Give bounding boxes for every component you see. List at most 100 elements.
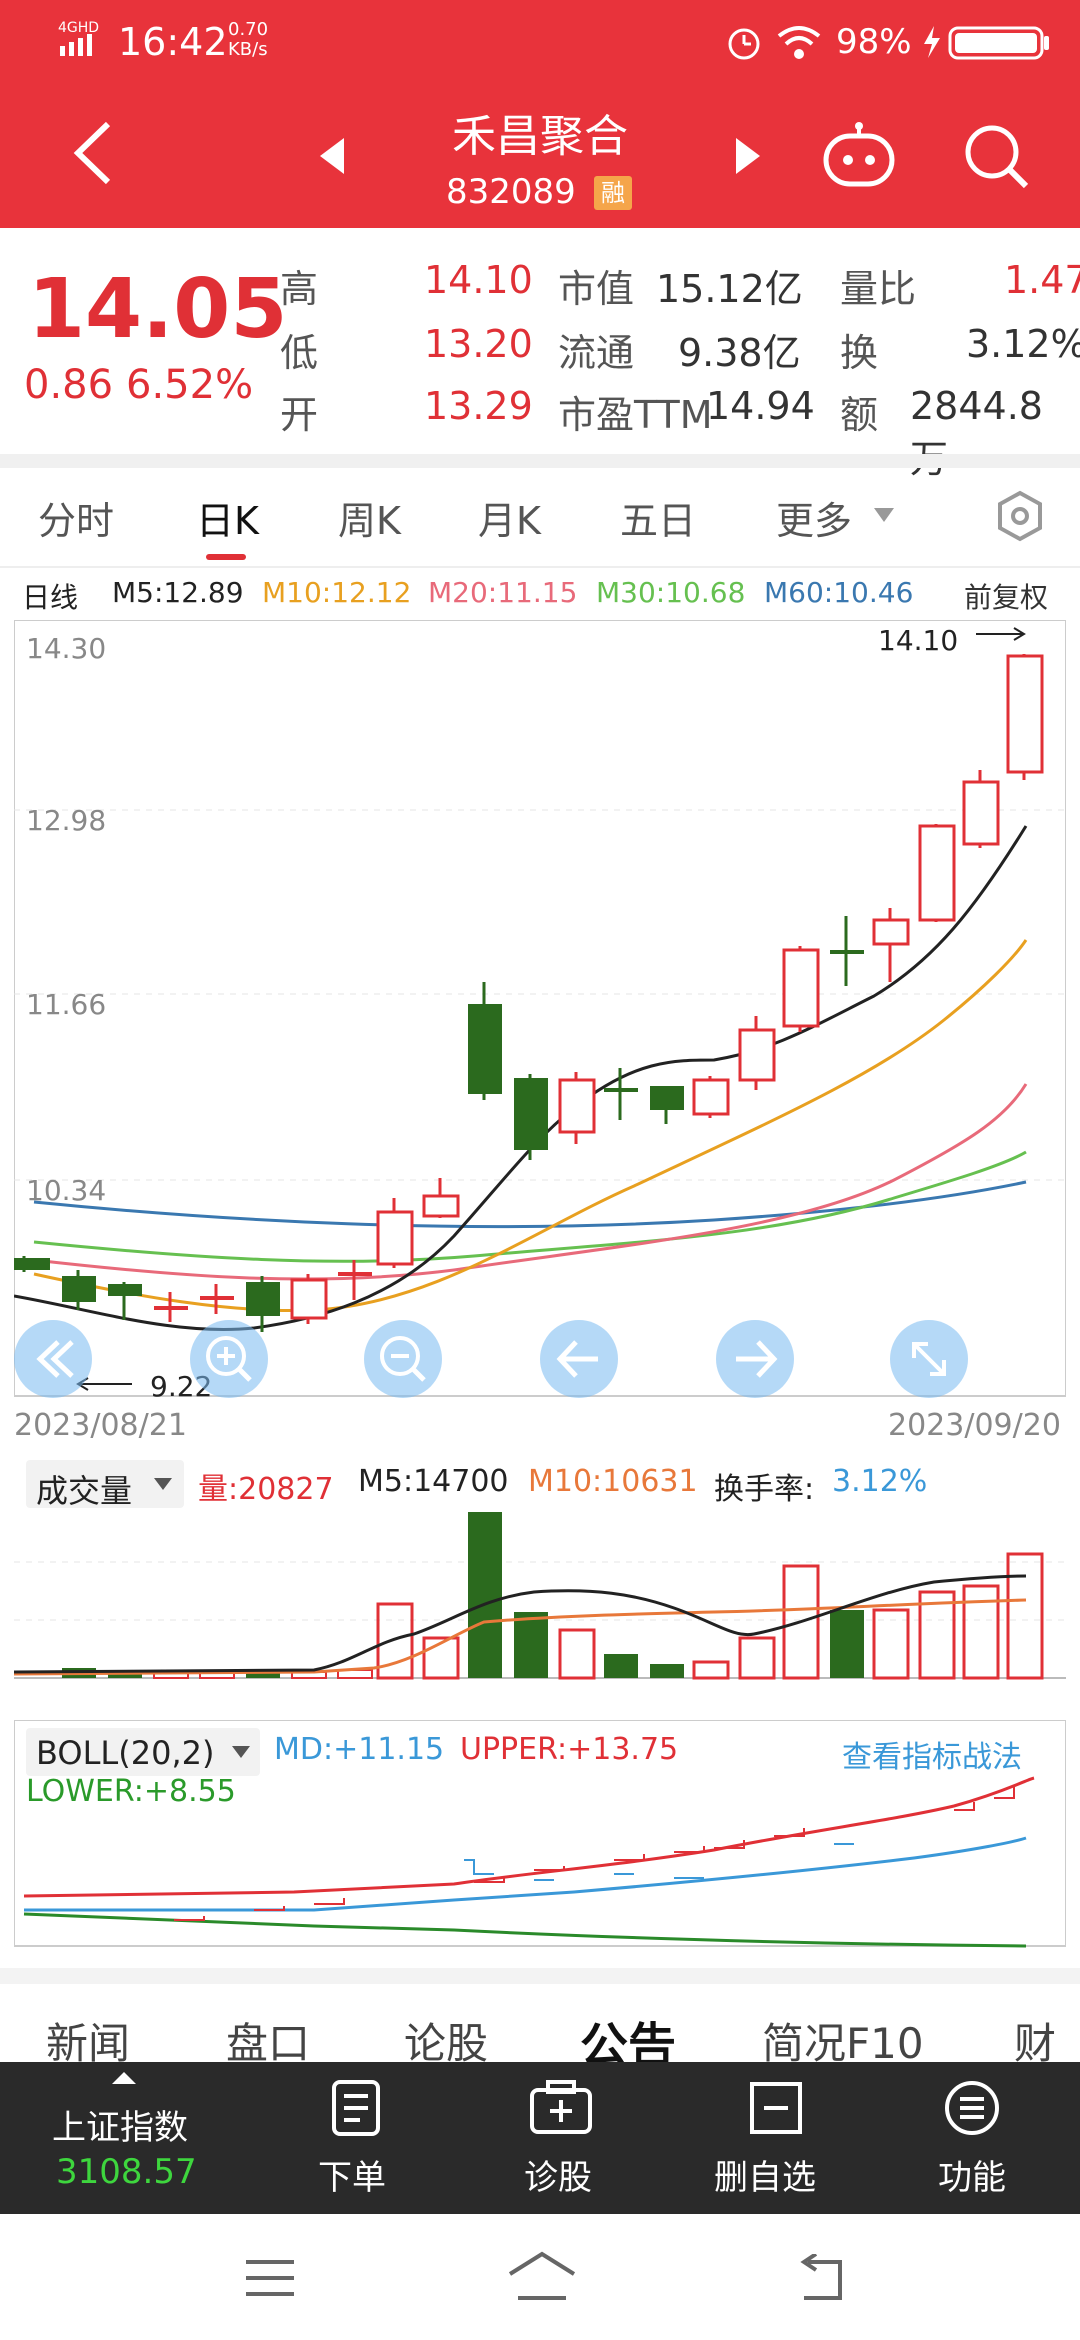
tab-more[interactable]: 更多: [776, 490, 852, 545]
expand-up-icon[interactable]: [110, 2070, 138, 2090]
index-value: 3108.57: [56, 2152, 197, 2192]
turnover-rate-label: 换手率:: [714, 1472, 815, 1507]
open-label: 开: [280, 393, 319, 437]
chevron-down-icon: [154, 1478, 172, 1490]
boll-chart: [14, 1720, 1066, 1948]
remove-watchlist-label: 删自选: [714, 2158, 816, 2198]
candle: [962, 780, 1000, 846]
alarm-icon: [724, 22, 764, 66]
tab-divider: [0, 566, 1080, 568]
status-speed-unit: KB/s: [228, 39, 268, 60]
menu-icon: [945, 2081, 999, 2135]
x-end-date: 2023/09/20: [888, 1408, 1061, 1443]
volume-selector[interactable]: 成交量: [26, 1460, 184, 1510]
settings-icon[interactable]: [994, 490, 1046, 546]
y-tick-1: 14.30: [26, 632, 107, 665]
index-name[interactable]: 上证指数: [52, 2100, 188, 2149]
menu-nav-icon[interactable]: [244, 2258, 296, 2298]
scroll-right-button[interactable]: [716, 1320, 794, 1398]
candle: [558, 1078, 596, 1134]
chevron-down-icon: [872, 506, 896, 528]
high-marker-label: 14.10: [878, 624, 959, 657]
legend-m60: M60:10.46: [764, 576, 914, 609]
volume-ratio-label: 量比: [840, 267, 917, 311]
home-nav-icon[interactable]: [506, 2250, 578, 2304]
status-speed: 0.70 KB/s: [228, 20, 268, 60]
market-cap-value: 15.12亿: [656, 267, 803, 311]
volume-bar: [650, 1664, 684, 1678]
open-value: 13.29: [424, 384, 533, 428]
next-stock-button[interactable]: [732, 136, 762, 180]
candle: [246, 1282, 280, 1316]
candle: [650, 1086, 684, 1110]
candle: [422, 1194, 460, 1218]
search-icon[interactable]: [962, 120, 1032, 194]
diagnose-icon: [530, 2080, 592, 2134]
tab-weekly-k[interactable]: 周K: [338, 490, 401, 545]
candle: [830, 950, 864, 954]
robot-icon[interactable]: [822, 120, 896, 194]
stock-code: 832089: [446, 172, 576, 212]
remove-icon: [750, 2082, 802, 2134]
high-label: 高: [280, 267, 319, 311]
tab-daily-k[interactable]: 日K: [196, 490, 259, 545]
candle: [604, 1088, 638, 1092]
candle-group: [14, 654, 1044, 1332]
float-cap-label: 流通: [558, 331, 635, 375]
volume-bar: [692, 1660, 730, 1680]
fullscreen-button[interactable]: [890, 1320, 968, 1398]
tab-five-day[interactable]: 五日: [620, 490, 696, 545]
candle: [108, 1284, 142, 1296]
volume-m10: M10:10631: [528, 1464, 698, 1499]
legend-period: 日线: [22, 581, 79, 614]
turnover-rate-value: 3.12%: [832, 1464, 928, 1499]
diagnose-button[interactable]: 诊股: [508, 2062, 618, 2214]
back-nav-icon[interactable]: [796, 2254, 852, 2302]
app-header: 4GHD 16:42 0.70 KB/s 98% 禾昌聚合 832089 融: [0, 0, 1080, 228]
candle: [376, 1210, 414, 1266]
volume-selector-label: 成交量: [36, 1472, 133, 1510]
candle: [918, 824, 956, 922]
legend-m30: M30:10.68: [596, 576, 746, 609]
remove-watchlist-button[interactable]: 删自选: [706, 2062, 846, 2214]
function-label: 功能: [938, 2158, 1006, 2198]
amount-value: 2844.8万: [910, 384, 1043, 481]
svg-text:4GHD: 4GHD: [58, 20, 99, 36]
zoom-out-button[interactable]: [364, 1320, 442, 1398]
candle: [692, 1078, 730, 1116]
legend-m20: M20:11.15: [428, 576, 578, 609]
scroll-left-button[interactable]: [540, 1320, 618, 1398]
candle: [782, 948, 820, 1028]
status-time: 16:42: [118, 20, 228, 64]
legend-adjust[interactable]: 前复权: [964, 576, 1048, 616]
turnover-label: 换: [840, 331, 879, 375]
price-change-pct: 6.52%: [126, 362, 254, 408]
candlestick-chart[interactable]: [14, 620, 1066, 1400]
diagnose-label: 诊股: [524, 2158, 592, 2198]
candle: [1006, 654, 1044, 774]
candle: [738, 1028, 776, 1082]
function-button[interactable]: 功能: [920, 2062, 1030, 2214]
wifi-icon: [776, 22, 822, 66]
order-button[interactable]: 下单: [300, 2062, 410, 2214]
pe-label: 市盈TTM: [558, 393, 713, 437]
legend-m10: M10:12.12: [262, 576, 412, 609]
boll-bars: [174, 1786, 1015, 1921]
volume-chart: [14, 1512, 1066, 1680]
order-label: 下单: [318, 2158, 386, 2198]
candle: [200, 1296, 234, 1300]
market-cap-label: 市值: [558, 267, 635, 311]
legend-m5: M5:12.89: [112, 576, 244, 609]
signal-icon: 4GHD: [58, 18, 106, 58]
turnover-value: 3.12%: [966, 322, 1080, 366]
rewind-button[interactable]: [14, 1320, 92, 1398]
low-value: 13.20: [424, 322, 533, 366]
candle: [14, 1258, 50, 1270]
margin-badge: 融: [594, 176, 632, 210]
zoom-in-button[interactable]: [190, 1320, 268, 1398]
volume-bar: [830, 1610, 864, 1678]
tab-timeshare[interactable]: 分时: [38, 490, 114, 545]
battery-icon: [920, 22, 1070, 66]
y-tick-3: 11.66: [26, 988, 107, 1021]
tab-monthly-k[interactable]: 月K: [478, 490, 541, 545]
